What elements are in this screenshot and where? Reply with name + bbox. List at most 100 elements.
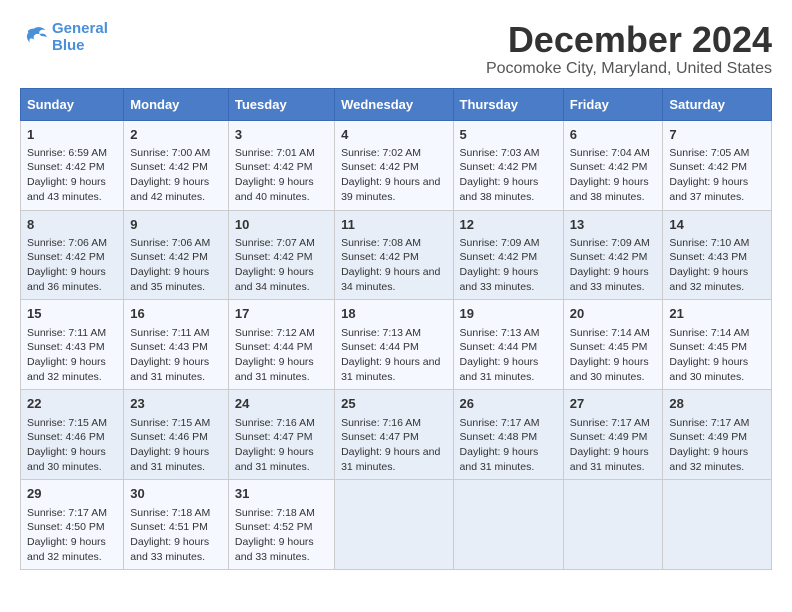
sunrise-text: Sunrise: 7:11 AM: [130, 327, 209, 339]
header-wednesday: Wednesday: [335, 88, 453, 120]
sunrise-text: Sunrise: 7:06 AM: [27, 237, 107, 249]
sunset-text: Sunset: 4:42 PM: [669, 161, 747, 173]
daylight-text: Daylight: 9 hours and 32 minutes.: [27, 536, 106, 563]
header: General Blue December 2024 Pocomoke City…: [20, 20, 772, 78]
header-monday: Monday: [124, 88, 229, 120]
sunset-text: Sunset: 4:49 PM: [570, 431, 648, 443]
day-number: 10: [235, 216, 328, 234]
day-number: 29: [27, 485, 117, 503]
daylight-text: Daylight: 9 hours and 31 minutes.: [341, 446, 440, 473]
daylight-text: Daylight: 9 hours and 43 minutes.: [27, 176, 106, 203]
day-number: 15: [27, 305, 117, 323]
sunset-text: Sunset: 4:49 PM: [669, 431, 747, 443]
page-title: December 2024: [486, 20, 772, 60]
day-number: 27: [570, 395, 657, 413]
day-number: 1: [27, 126, 117, 144]
calendar-cell: [453, 480, 563, 570]
day-number: 31: [235, 485, 328, 503]
calendar-cell: 10Sunrise: 7:07 AMSunset: 4:42 PMDayligh…: [228, 210, 334, 300]
sunrise-text: Sunrise: 7:13 AM: [460, 327, 540, 339]
daylight-text: Daylight: 9 hours and 31 minutes.: [235, 356, 314, 383]
sunrise-text: Sunrise: 7:10 AM: [669, 237, 749, 249]
sunset-text: Sunset: 4:42 PM: [341, 161, 419, 173]
calendar-cell: [663, 480, 772, 570]
sunrise-text: Sunrise: 7:17 AM: [669, 417, 749, 429]
sunrise-text: Sunrise: 7:03 AM: [460, 147, 540, 159]
calendar-week-4: 22Sunrise: 7:15 AMSunset: 4:46 PMDayligh…: [21, 390, 772, 480]
daylight-text: Daylight: 9 hours and 42 minutes.: [130, 176, 209, 203]
calendar-cell: 29 Sunrise: 7:17 AM Sunset: 4:50 PM Dayligh…: [21, 480, 124, 570]
sunset-text: Sunset: 4:48 PM: [460, 431, 538, 443]
daylight-text: Daylight: 9 hours and 31 minutes.: [341, 356, 440, 383]
daylight-text: Daylight: 9 hours and 31 minutes.: [130, 446, 209, 473]
daylight-text: Daylight: 9 hours and 38 minutes.: [570, 176, 649, 203]
calendar-cell: 31Sunrise: 7:18 AMSunset: 4:52 PMDayligh…: [228, 480, 334, 570]
daylight-text: Daylight: 9 hours and 39 minutes.: [341, 176, 440, 203]
daylight-text: Daylight: 9 hours and 34 minutes.: [341, 266, 440, 293]
sunrise-text: Sunrise: 7:05 AM: [669, 147, 749, 159]
calendar-cell: 11 Sunrise: 7:08 AM Sunset: 4:42 PM Dayligh…: [335, 210, 453, 300]
calendar-cell: 13Sunrise: 7:09 AMSunset: 4:42 PMDayligh…: [563, 210, 663, 300]
daylight-text: Daylight: 9 hours and 31 minutes.: [460, 446, 539, 473]
calendar-cell: 21Sunrise: 7:14 AMSunset: 4:45 PMDayligh…: [663, 300, 772, 390]
sunrise-text: Sunrise: 7:06 AM: [130, 237, 210, 249]
day-number: 26: [460, 395, 557, 413]
sunset-text: Sunset: 4:46 PM: [27, 431, 105, 443]
daylight-text: Daylight: 9 hours and 38 minutes.: [460, 176, 539, 203]
calendar-cell: [335, 480, 453, 570]
calendar-cell: 22Sunrise: 7:15 AMSunset: 4:46 PMDayligh…: [21, 390, 124, 480]
sunset-text: Sunset: 4:42 PM: [341, 251, 419, 263]
sunrise-text: Sunrise: 7:17 AM: [570, 417, 650, 429]
sunset-text: Sunset: 4:42 PM: [27, 161, 105, 173]
day-number: 6: [570, 126, 657, 144]
header-thursday: Thursday: [453, 88, 563, 120]
sunset-text: Sunset: 4:44 PM: [460, 341, 538, 353]
sunrise-text: Sunrise: 7:14 AM: [570, 327, 650, 339]
sunset-text: Sunset: 4:42 PM: [235, 161, 313, 173]
daylight-text: Daylight: 9 hours and 33 minutes.: [235, 536, 314, 563]
daylight-text: Daylight: 9 hours and 30 minutes.: [669, 356, 748, 383]
day-number: 18: [341, 305, 446, 323]
sunrise-text: Sunrise: 7:08 AM: [341, 237, 421, 249]
daylight-text: Daylight: 9 hours and 33 minutes.: [570, 266, 649, 293]
sunset-text: Sunset: 4:42 PM: [235, 251, 313, 263]
sunset-text: Sunset: 4:47 PM: [341, 431, 419, 443]
calendar-cell: 7Sunrise: 7:05 AMSunset: 4:42 PMDaylight…: [663, 120, 772, 210]
logo: General Blue: [20, 20, 108, 54]
sunrise-text: Sunrise: 7:16 AM: [235, 417, 315, 429]
calendar-cell: 3Sunrise: 7:01 AMSunset: 4:42 PMDaylight…: [228, 120, 334, 210]
sunset-text: Sunset: 4:42 PM: [570, 161, 648, 173]
day-number: 23: [130, 395, 222, 413]
day-number: 8: [27, 216, 117, 234]
day-number: 13: [570, 216, 657, 234]
calendar-cell: 16Sunrise: 7:11 AMSunset: 4:43 PMDayligh…: [124, 300, 229, 390]
daylight-text: Daylight: 9 hours and 37 minutes.: [669, 176, 748, 203]
day-number: 22: [27, 395, 117, 413]
daylight-text: Daylight: 9 hours and 35 minutes.: [130, 266, 209, 293]
calendar-cell: 14Sunrise: 7:10 AMSunset: 4:43 PMDayligh…: [663, 210, 772, 300]
calendar-cell: 27Sunrise: 7:17 AMSunset: 4:49 PMDayligh…: [563, 390, 663, 480]
calendar-cell: 20Sunrise: 7:14 AMSunset: 4:45 PMDayligh…: [563, 300, 663, 390]
sunrise-text: Sunrise: 7:04 AM: [570, 147, 650, 159]
day-number: 11: [341, 216, 446, 234]
calendar-week-5: 29 Sunrise: 7:17 AM Sunset: 4:50 PM Dayligh…: [21, 480, 772, 570]
sunset-text: Sunset: 4:50 PM: [27, 521, 105, 533]
calendar-cell: 19Sunrise: 7:13 AMSunset: 4:44 PMDayligh…: [453, 300, 563, 390]
day-number: 12: [460, 216, 557, 234]
calendar-cell: 1Sunrise: 6:59 AMSunset: 4:42 PMDaylight…: [21, 120, 124, 210]
sunset-text: Sunset: 4:42 PM: [27, 251, 105, 263]
calendar-table: SundayMondayTuesdayWednesdayThursdayFrid…: [20, 88, 772, 571]
logo-bird-icon: [20, 23, 48, 51]
sunrise-text: Sunrise: 7:01 AM: [235, 147, 315, 159]
calendar-week-1: 1Sunrise: 6:59 AMSunset: 4:42 PMDaylight…: [21, 120, 772, 210]
sunrise-text: Sunrise: 7:17 AM: [27, 507, 107, 519]
sunrise-text: Sunrise: 7:17 AM: [460, 417, 540, 429]
sunrise-text: Sunrise: 7:09 AM: [460, 237, 540, 249]
sunset-text: Sunset: 4:43 PM: [130, 341, 208, 353]
sunset-text: Sunset: 4:42 PM: [570, 251, 648, 263]
calendar-cell: 17Sunrise: 7:12 AMSunset: 4:44 PMDayligh…: [228, 300, 334, 390]
daylight-text: Daylight: 9 hours and 33 minutes.: [460, 266, 539, 293]
daylight-text: Daylight: 9 hours and 31 minutes.: [235, 446, 314, 473]
sunrise-text: Sunrise: 7:07 AM: [235, 237, 315, 249]
day-number: 21: [669, 305, 765, 323]
